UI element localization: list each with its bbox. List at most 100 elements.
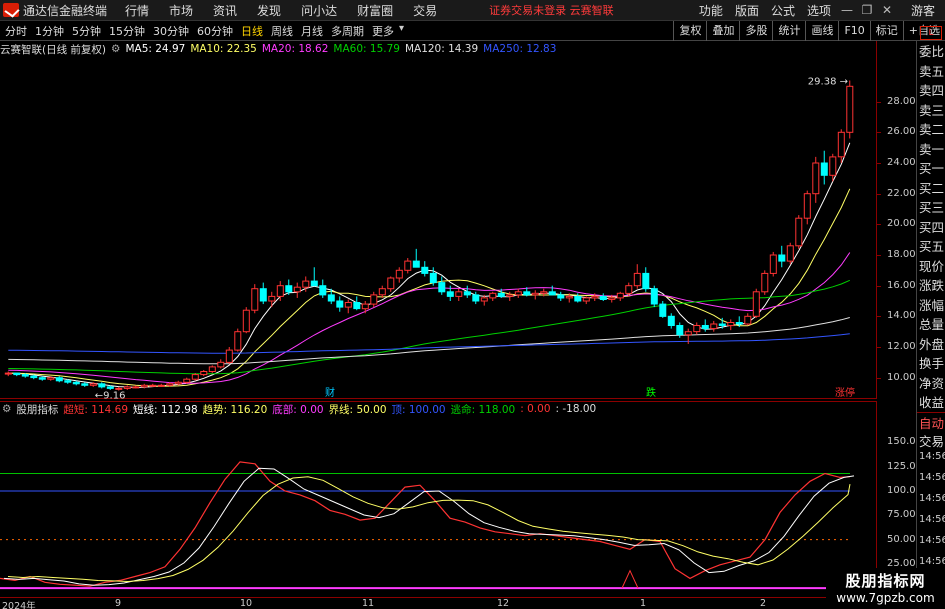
candle[interactable] bbox=[378, 285, 386, 298]
trade-login-notice[interactable]: 证券交易未登录 云赛智联 bbox=[489, 2, 614, 18]
candle[interactable] bbox=[693, 322, 701, 335]
minimize-icon[interactable]: — bbox=[837, 3, 857, 17]
candle[interactable] bbox=[642, 267, 650, 292]
menu-item-3[interactable]: 发现 bbox=[247, 2, 291, 19]
stock-title[interactable]: 云赛智联(日线 前复权) bbox=[0, 42, 106, 57]
guest-login-button[interactable]: 游客 bbox=[897, 2, 945, 19]
candle[interactable] bbox=[429, 267, 437, 286]
candle[interactable] bbox=[98, 382, 106, 389]
candle[interactable] bbox=[217, 359, 225, 369]
candle[interactable] bbox=[259, 282, 267, 305]
tool-button-2[interactable]: 多股 bbox=[739, 20, 772, 41]
candle[interactable] bbox=[387, 276, 395, 292]
candle[interactable] bbox=[242, 307, 250, 334]
candle[interactable] bbox=[778, 245, 786, 268]
indicator-settings-icon[interactable]: ⚙ bbox=[2, 403, 11, 415]
candle[interactable] bbox=[455, 288, 463, 301]
candle[interactable] bbox=[225, 347, 233, 364]
candle[interactable] bbox=[744, 313, 752, 326]
candle[interactable] bbox=[395, 267, 403, 283]
candle[interactable] bbox=[268, 291, 276, 308]
event-marker-1[interactable]: 跌 bbox=[646, 386, 656, 399]
candle[interactable] bbox=[293, 282, 301, 298]
menu-item-0[interactable]: 行情 bbox=[115, 2, 159, 19]
menu-item-2[interactable]: 资讯 bbox=[203, 2, 247, 19]
period-tab-6[interactable]: 日线 bbox=[238, 23, 266, 39]
period-tab-7[interactable]: 周线 bbox=[268, 23, 296, 39]
candle[interactable] bbox=[489, 291, 497, 301]
candle[interactable] bbox=[667, 313, 675, 329]
period-tab-4[interactable]: 30分钟 bbox=[150, 23, 192, 39]
candle[interactable] bbox=[710, 320, 718, 332]
candle[interactable] bbox=[531, 290, 539, 300]
tool-button-4[interactable]: 画线 bbox=[805, 20, 838, 41]
candle[interactable] bbox=[353, 296, 361, 311]
tab-trade[interactable]: 交易 bbox=[917, 431, 945, 451]
candle[interactable] bbox=[786, 242, 794, 265]
candle[interactable] bbox=[208, 365, 216, 374]
candle[interactable] bbox=[599, 293, 607, 301]
candlestick-chart[interactable]: 29.38 → ←9.16 财 跌 涨停 bbox=[0, 57, 876, 399]
settings-gear-icon[interactable]: ⚙ bbox=[111, 43, 120, 55]
candle[interactable] bbox=[157, 383, 165, 387]
period-tab-3[interactable]: 15分钟 bbox=[106, 23, 148, 39]
candle[interactable] bbox=[370, 291, 378, 308]
candle[interactable] bbox=[472, 291, 480, 305]
candle[interactable] bbox=[701, 319, 709, 332]
candle[interactable] bbox=[81, 382, 89, 387]
candle[interactable] bbox=[191, 373, 199, 381]
candle[interactable] bbox=[336, 296, 344, 312]
candle[interactable] bbox=[659, 301, 667, 318]
candle[interactable] bbox=[438, 276, 446, 295]
period-tab-2[interactable]: 5分钟 bbox=[69, 23, 104, 39]
candle[interactable] bbox=[319, 279, 327, 298]
tool-button-6[interactable]: 标记 bbox=[869, 20, 903, 41]
candle[interactable] bbox=[625, 282, 633, 297]
corner-badge[interactable]: L bbox=[920, 26, 942, 40]
candle[interactable] bbox=[13, 372, 21, 377]
candle[interactable] bbox=[803, 190, 811, 225]
candle[interactable] bbox=[769, 251, 777, 277]
period-tab-10[interactable]: 更多 bbox=[369, 23, 397, 39]
candle[interactable] bbox=[361, 301, 369, 314]
candle[interactable] bbox=[812, 156, 820, 203]
period-tab-5[interactable]: 60分钟 bbox=[194, 23, 236, 39]
candle[interactable] bbox=[633, 264, 641, 289]
menu-item-4[interactable]: 问小达 bbox=[291, 2, 347, 19]
right-menu-item-0[interactable]: 功能 bbox=[693, 2, 729, 19]
candle[interactable] bbox=[752, 288, 760, 318]
more-chevron-icon[interactable]: ▾ bbox=[399, 23, 404, 39]
candle[interactable] bbox=[234, 328, 242, 352]
candle[interactable] bbox=[463, 285, 471, 298]
menu-item-5[interactable]: 财富圈 bbox=[347, 2, 403, 19]
indicator-chart[interactable] bbox=[0, 415, 876, 597]
tool-button-0[interactable]: 复权 bbox=[673, 20, 706, 41]
candle[interactable] bbox=[761, 270, 769, 295]
candle[interactable] bbox=[846, 80, 854, 139]
right-menu-item-2[interactable]: 公式 bbox=[765, 2, 801, 19]
period-tab-8[interactable]: 月线 bbox=[298, 23, 326, 39]
candle[interactable] bbox=[412, 248, 420, 268]
candle[interactable] bbox=[149, 383, 157, 387]
period-tab-0[interactable]: 分时 bbox=[2, 23, 30, 39]
candle[interactable] bbox=[344, 299, 352, 314]
candle[interactable] bbox=[557, 291, 565, 301]
tool-button-1[interactable]: 叠加 bbox=[706, 20, 739, 41]
candle[interactable] bbox=[404, 258, 412, 274]
candle[interactable] bbox=[251, 284, 259, 314]
candle[interactable] bbox=[727, 319, 735, 331]
period-tab-1[interactable]: 1分钟 bbox=[32, 23, 67, 39]
candle[interactable] bbox=[4, 371, 12, 377]
candle[interactable] bbox=[514, 288, 522, 298]
close-icon[interactable]: ✕ bbox=[877, 3, 897, 17]
tool-button-5[interactable]: F10 bbox=[838, 20, 869, 41]
menu-item-6[interactable]: 交易 bbox=[403, 2, 447, 19]
period-tab-9[interactable]: 多周期 bbox=[328, 23, 367, 39]
candle[interactable] bbox=[548, 285, 556, 296]
right-menu-item-3[interactable]: 选项 bbox=[801, 2, 837, 19]
candle[interactable] bbox=[55, 376, 63, 383]
right-menu-item-1[interactable]: 版面 bbox=[729, 2, 765, 19]
candle[interactable] bbox=[200, 370, 208, 377]
candle[interactable] bbox=[795, 215, 803, 249]
tool-button-3[interactable]: 统计 bbox=[772, 20, 805, 41]
